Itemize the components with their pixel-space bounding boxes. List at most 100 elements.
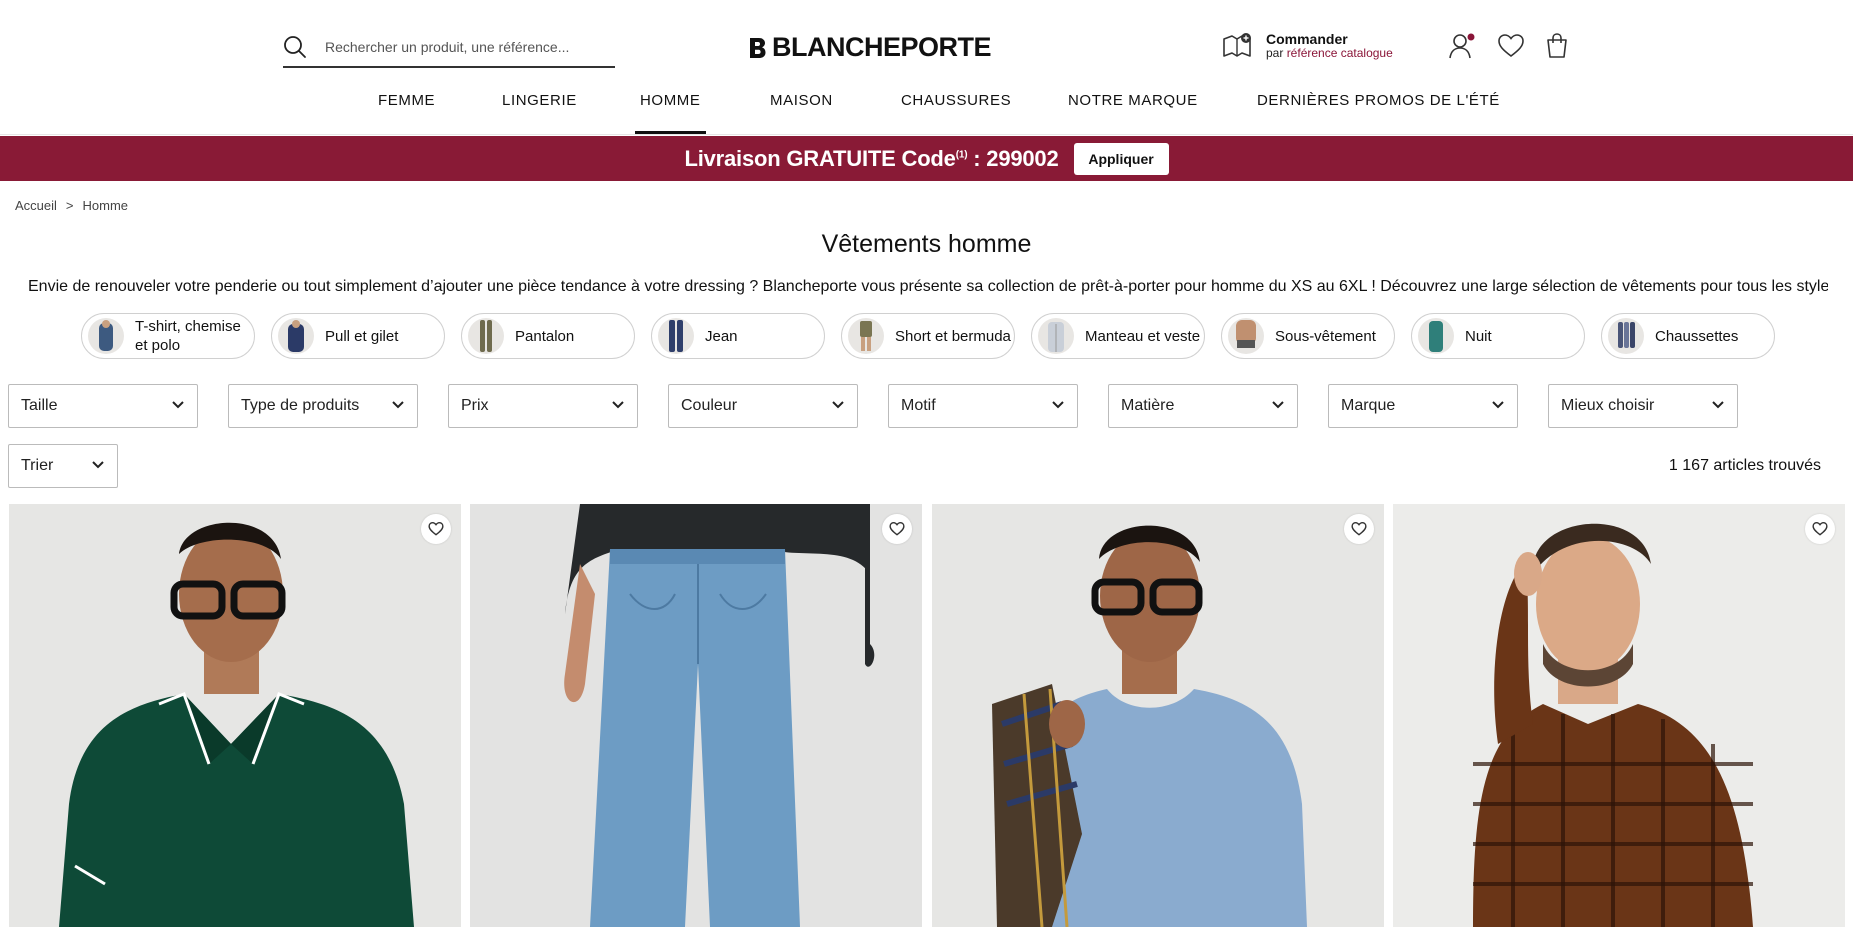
product-card[interactable] bbox=[470, 504, 922, 927]
chevron-down-icon bbox=[1272, 401, 1284, 409]
chevron-down-icon bbox=[172, 401, 184, 409]
order-title: Commander bbox=[1266, 31, 1348, 47]
chevron-down-icon bbox=[832, 401, 844, 409]
order-by-reference[interactable]: Commander par référence catalogue bbox=[1222, 32, 1393, 60]
catalogue-icon bbox=[1223, 33, 1251, 57]
cart-bag-icon[interactable] bbox=[1545, 32, 1569, 60]
category-pill-pantalon[interactable]: Pantalon bbox=[461, 313, 635, 359]
category-thumbnail bbox=[1228, 318, 1264, 354]
product-card[interactable] bbox=[1393, 504, 1845, 927]
product-card[interactable] bbox=[9, 504, 461, 927]
filter-prix[interactable]: Prix bbox=[448, 384, 638, 428]
nav-item-notre-marque[interactable]: NOTRE MARQUE bbox=[1068, 92, 1198, 134]
heart-icon bbox=[1351, 522, 1367, 536]
filter-label: Matière bbox=[1121, 397, 1175, 414]
nav-item-maison[interactable]: MAISON bbox=[770, 92, 833, 134]
add-to-wishlist-button[interactable] bbox=[1344, 514, 1374, 544]
category-label: Pull et gilet bbox=[325, 327, 399, 345]
chevron-down-icon bbox=[612, 401, 624, 409]
filter-couleur[interactable]: Couleur bbox=[668, 384, 858, 428]
nav-item-chaussures[interactable]: CHAUSSURES bbox=[901, 92, 1011, 134]
category-pill-jean[interactable]: Jean bbox=[651, 313, 825, 359]
filter-marque[interactable]: Marque bbox=[1328, 384, 1518, 428]
nav-item-lingerie[interactable]: LINGERIE bbox=[502, 92, 577, 134]
category-label: Pantalon bbox=[515, 327, 575, 345]
promo-banner-text: Livraison GRATUITE Code(1) : 299002 bbox=[684, 145, 1059, 171]
category-thumbnail bbox=[468, 318, 504, 354]
heart-icon bbox=[889, 522, 905, 536]
heart-icon bbox=[1812, 522, 1828, 536]
category-pill-pull[interactable]: Pull et gilet bbox=[271, 313, 445, 359]
category-pill-chaussettes[interactable]: Chaussettes bbox=[1601, 313, 1775, 359]
add-to-wishlist-button[interactable] bbox=[421, 514, 451, 544]
brand-logo[interactable]: BLANCHEPORTE bbox=[748, 32, 992, 63]
add-to-wishlist-button[interactable] bbox=[882, 514, 912, 544]
filter-taille[interactable]: Taille bbox=[8, 384, 198, 428]
product-card[interactable] bbox=[932, 504, 1384, 927]
product-image[interactable] bbox=[470, 504, 922, 927]
account-icon[interactable] bbox=[1449, 32, 1475, 60]
category-pills: T-shirt, chemise et polo Pull et gilet P… bbox=[81, 313, 1775, 359]
category-label: Short et bermuda bbox=[895, 327, 1011, 345]
category-thumbnail bbox=[278, 318, 314, 354]
chevron-down-icon bbox=[1052, 401, 1064, 409]
category-thumbnail bbox=[848, 318, 884, 354]
nav-item-femme[interactable]: FEMME bbox=[378, 92, 435, 134]
category-intro-text: Envie de renouveler votre penderie ou to… bbox=[28, 278, 1828, 295]
add-to-wishlist-button[interactable] bbox=[1805, 514, 1835, 544]
filter-type-produits[interactable]: Type de produits bbox=[228, 384, 418, 428]
chevron-down-icon bbox=[392, 401, 404, 409]
filter-label: Prix bbox=[461, 397, 489, 414]
apply-code-button[interactable]: Appliquer bbox=[1073, 142, 1169, 175]
filter-label: Marque bbox=[1341, 397, 1396, 414]
product-image[interactable] bbox=[932, 504, 1384, 927]
category-thumbnail bbox=[1038, 318, 1074, 354]
logo-mark-icon bbox=[750, 37, 766, 58]
sort-label: Trier bbox=[21, 457, 54, 474]
nav-item-homme[interactable]: HOMME bbox=[635, 92, 705, 134]
filter-matiere[interactable]: Matière bbox=[1108, 384, 1298, 428]
page-title: Vêtements homme bbox=[821, 230, 1032, 258]
category-pill-tshirt[interactable]: T-shirt, chemise et polo bbox=[81, 313, 255, 359]
filter-label: Mieux choisir bbox=[1561, 397, 1655, 414]
category-thumbnail bbox=[1418, 318, 1454, 354]
logo-text: BLANCHEPORTE bbox=[772, 32, 992, 62]
site-header: BLANCHEPORTE Commander par référence cat… bbox=[0, 0, 1853, 135]
category-pill-sous-vetement[interactable]: Sous-vêtement bbox=[1221, 313, 1395, 359]
promo-banner: Livraison GRATUITE Code(1) : 299002 Appl… bbox=[0, 136, 1853, 181]
product-image[interactable] bbox=[1393, 504, 1845, 927]
category-thumbnail bbox=[658, 318, 694, 354]
filter-motif[interactable]: Motif bbox=[888, 384, 1078, 428]
category-pill-nuit[interactable]: Nuit bbox=[1411, 313, 1585, 359]
category-pill-short[interactable]: Short et bermuda bbox=[841, 313, 1015, 359]
category-label: Chaussettes bbox=[1655, 327, 1739, 345]
catalogue-reference-link[interactable]: référence catalogue bbox=[1287, 46, 1393, 60]
search-icon[interactable] bbox=[283, 35, 307, 59]
filter-label: Motif bbox=[901, 397, 936, 414]
category-label: Nuit bbox=[1465, 327, 1492, 345]
sort-select[interactable]: Trier bbox=[8, 444, 118, 488]
category-pill-manteau[interactable]: Manteau et veste bbox=[1031, 313, 1205, 359]
wishlist-heart-icon[interactable] bbox=[1497, 32, 1525, 60]
category-thumbnail bbox=[1608, 318, 1644, 354]
search-bar[interactable] bbox=[283, 28, 615, 68]
filter-label: Taille bbox=[21, 397, 58, 414]
product-image[interactable] bbox=[9, 504, 461, 927]
nav-item-promos-ete[interactable]: DERNIÈRES PROMOS DE L'ÉTÉ bbox=[1257, 92, 1500, 134]
heart-icon bbox=[428, 522, 444, 536]
filter-label: Couleur bbox=[681, 397, 738, 414]
search-input[interactable] bbox=[325, 39, 595, 55]
category-label: Manteau et veste bbox=[1085, 327, 1201, 345]
breadcrumb-current: Homme bbox=[82, 198, 129, 213]
breadcrumb-home-link[interactable]: Accueil bbox=[15, 198, 57, 213]
main-nav: FEMME LINGERIE HOMME MAISON CHAUSSURES N… bbox=[0, 92, 1853, 134]
chevron-down-icon bbox=[1712, 401, 1724, 409]
chevron-down-icon bbox=[1492, 401, 1504, 409]
category-label: T-shirt, chemise et polo bbox=[135, 318, 241, 354]
order-subtitle: par référence catalogue bbox=[1266, 46, 1393, 60]
filter-label: Type de produits bbox=[241, 397, 360, 414]
breadcrumb-separator: > bbox=[65, 198, 74, 213]
chevron-down-icon bbox=[92, 461, 104, 469]
filter-mieux-choisir[interactable]: Mieux choisir bbox=[1548, 384, 1738, 428]
breadcrumb: Accueil > Homme bbox=[15, 198, 128, 213]
